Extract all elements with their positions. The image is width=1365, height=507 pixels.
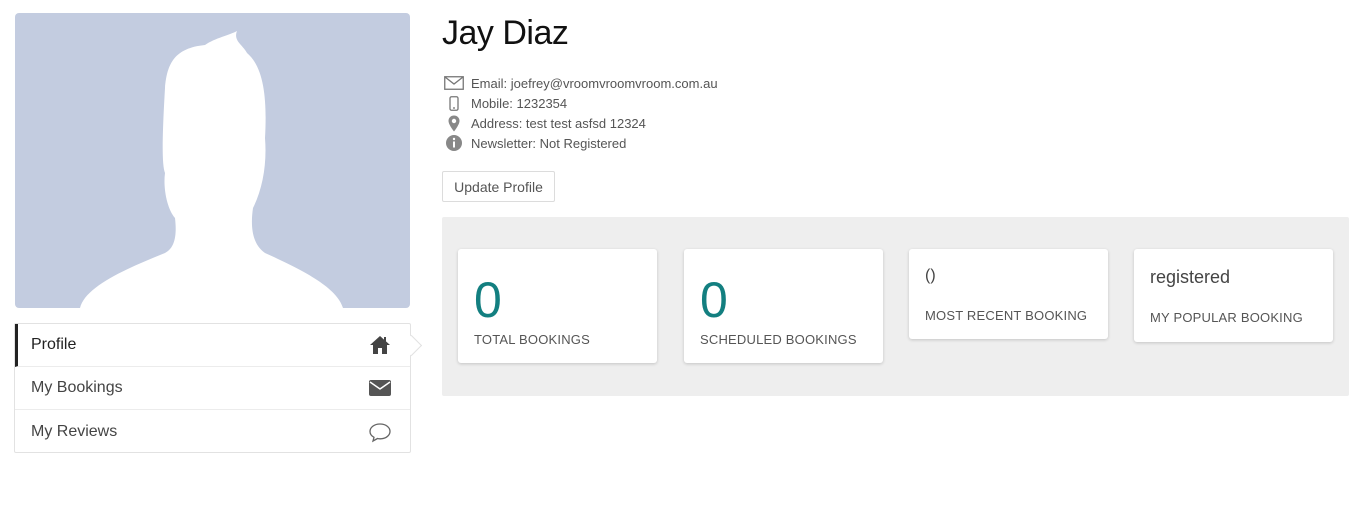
stat-label: MOST RECENT BOOKING	[925, 308, 1088, 323]
avatar-silhouette-icon	[80, 31, 343, 308]
avatar	[15, 13, 410, 308]
envelope-icon	[369, 380, 391, 396]
update-profile-button[interactable]: Update Profile	[442, 171, 555, 202]
stat-label: MY POPULAR BOOKING	[1150, 310, 1303, 325]
info-row-email: Email: joefrey@vroomvroomvroom.com.au	[443, 73, 718, 93]
home-icon	[370, 336, 390, 354]
stat-value: 0	[700, 272, 728, 328]
stats-panel: 0 TOTAL BOOKINGS 0 SCHEDULED BOOKINGS ()…	[442, 217, 1349, 396]
profile-side-menu: Profile My Bookings My Reviews	[14, 323, 411, 453]
info-circle-icon	[443, 134, 465, 152]
menu-item-label: My Reviews	[31, 422, 118, 440]
mobile-phone-icon	[443, 94, 465, 112]
stat-value: ()	[925, 267, 936, 284]
map-pin-icon	[443, 114, 465, 132]
stat-card-total-bookings: 0 TOTAL BOOKINGS	[458, 249, 657, 363]
menu-item-my-reviews[interactable]: My Reviews	[15, 410, 410, 453]
menu-item-profile[interactable]: Profile	[15, 324, 410, 367]
info-row-newsletter: Newsletter: Not Registered	[443, 133, 718, 153]
stat-value: registered	[1150, 267, 1231, 287]
stat-card-scheduled-bookings: 0 SCHEDULED BOOKINGS	[684, 249, 883, 363]
newsletter-text: Newsletter: Not Registered	[471, 135, 627, 151]
menu-item-my-bookings[interactable]: My Bookings	[15, 367, 410, 410]
stat-card-my-popular-booking: registered MY POPULAR BOOKING	[1134, 249, 1333, 342]
speech-bubble-icon	[369, 422, 391, 442]
stat-card-most-recent-booking: () MOST RECENT BOOKING	[909, 249, 1108, 339]
info-row-address: Address: test test asfsd 12324	[443, 113, 718, 133]
mobile-text: Mobile: 1232354	[471, 95, 568, 111]
info-row-mobile: Mobile: 1232354	[443, 93, 718, 113]
contact-info-list: Email: joefrey@vroomvroomvroom.com.au Mo…	[443, 73, 718, 153]
envelope-icon	[443, 74, 465, 92]
stat-label: SCHEDULED BOOKINGS	[700, 332, 857, 347]
menu-item-label: My Bookings	[31, 379, 123, 396]
stat-value: 0	[474, 272, 502, 328]
address-text: Address: test test asfsd 12324	[471, 115, 646, 131]
page-title: Jay Diaz	[442, 14, 569, 52]
email-text: Email: joefrey@vroomvroomvroom.com.au	[471, 75, 718, 91]
stat-label: TOTAL BOOKINGS	[474, 332, 590, 347]
menu-item-label: Profile	[31, 336, 77, 353]
